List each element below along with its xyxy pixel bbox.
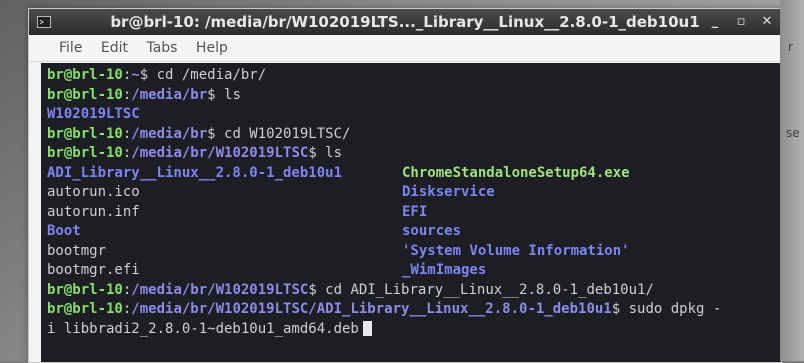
listing-entry: sources: [402, 223, 462, 239]
command-line: br@brl-10:/media/br/W102019LTSC$ cd ADI_…: [41, 281, 781, 301]
terminal-output[interactable]: br@brl-10:~$ cd /media/br/br@brl-10:/med…: [41, 63, 781, 362]
listing-entry: ChromeStandaloneSetup64.exe: [402, 164, 630, 181]
prompt-path: /media/br/W102019LTSC/ADI_Library__Linux…: [131, 301, 612, 317]
prompt-path: ~: [131, 67, 140, 83]
terminal-app-icon: [37, 16, 51, 28]
window-controls: _ ▫ ✕: [707, 9, 775, 35]
command-line: br@brl-10:/media/br/W102019LTSC$ ls: [41, 144, 781, 164]
listing-row: autorun.inf EFI: [41, 203, 781, 223]
prompt-path: /media/br/W102019LTSC: [131, 145, 309, 161]
listing-entry: Boot: [47, 223, 81, 239]
close-button[interactable]: ✕: [759, 9, 775, 35]
listing-entry: 'System Volume Information': [402, 242, 630, 259]
menu-bar: File Edit Tabs Help: [29, 35, 781, 62]
listing-row: Boot sources: [41, 222, 781, 242]
command-text: $ cd /media/br/: [139, 67, 267, 83]
edge-text-2: se: [786, 126, 800, 140]
command-line: br@brl-10:/media/br$ cd W102019LTSC/: [41, 125, 781, 145]
command-line: br@brl-10:~$ cd /media/br/: [41, 66, 781, 86]
prompt-user: br@brl-10: [47, 281, 123, 298]
command-line: br@brl-10:/media/br$ ls: [41, 86, 781, 106]
listing-entry: autorun.ico: [47, 184, 140, 200]
menu-tabs[interactable]: Tabs: [146, 40, 177, 56]
listing-entry: autorun.inf: [47, 203, 140, 220]
listing-entry: bootmgr: [47, 242, 107, 259]
command-line: W102019LTSC: [41, 105, 781, 125]
listing-row: ADI_Library__Linux__2.8.0-1_deb10u1 Chrom…: [41, 164, 781, 184]
menu-help[interactable]: Help: [196, 40, 228, 56]
prompt-path: /media/br/W102019LTSC: [131, 281, 309, 298]
command-text: $ ls: [308, 145, 343, 161]
command-text: $ cd W102019LTSC/: [207, 125, 351, 142]
listing-row: bootmgr.efi _WimImages: [41, 261, 781, 281]
command-line: i libbradi2_2.8.0-1~deb10u1_amd64.deb: [41, 320, 781, 340]
prompt-user: br@brl-10: [47, 145, 123, 161]
background-window-edge: r se: [780, 0, 804, 361]
prompt-path: /media/br: [131, 86, 208, 103]
listing-entry: Diskservice: [402, 184, 495, 200]
terminal-window[interactable]: br@brl-10: /media/br/W102019LTS..._Libra…: [28, 8, 782, 363]
edge-text-1: r: [788, 40, 793, 54]
text-cursor: [362, 321, 372, 336]
prompt-user: br@brl-10: [47, 125, 123, 142]
menu-file[interactable]: File: [59, 40, 82, 56]
prompt-user: br@brl-10: [47, 86, 123, 103]
listing-entry: EFI: [402, 203, 428, 220]
prompt-user: br@brl-10: [47, 67, 123, 83]
listing-entry: bootmgr.efi: [47, 262, 140, 278]
command-text: $ sudo dpkg -: [611, 301, 722, 317]
command-line: br@brl-10:/media/br/W102019LTSC/ADI_Libr…: [41, 300, 781, 320]
window-title: br@brl-10: /media/br/W102019LTS..._Libra…: [110, 13, 700, 31]
command-text: $ ls: [207, 86, 241, 103]
title-bar[interactable]: br@brl-10: /media/br/W102019LTS..._Libra…: [29, 9, 781, 35]
maximize-button[interactable]: ▫: [733, 9, 749, 35]
listing-row: bootmgr 'System Volume Information': [41, 242, 781, 262]
command-text: $ cd ADI_Library__Linux__2.8.0-1_deb10u1…: [308, 281, 654, 298]
prompt-path: /media/br: [131, 125, 208, 142]
output-text: i libbradi2_2.8.0-1~deb10u1_amd64.deb: [47, 320, 359, 337]
listing-entry: ADI_Library__Linux__2.8.0-1_deb10u1: [47, 164, 343, 181]
menu-edit[interactable]: Edit: [101, 40, 128, 56]
listing-entry: _WimImages: [402, 262, 487, 278]
minimize-button[interactable]: _: [707, 9, 723, 35]
listing-row: autorun.ico Diskservice: [41, 183, 781, 203]
prompt-user: br@brl-10: [47, 301, 123, 317]
output-text: W102019LTSC: [47, 106, 140, 122]
